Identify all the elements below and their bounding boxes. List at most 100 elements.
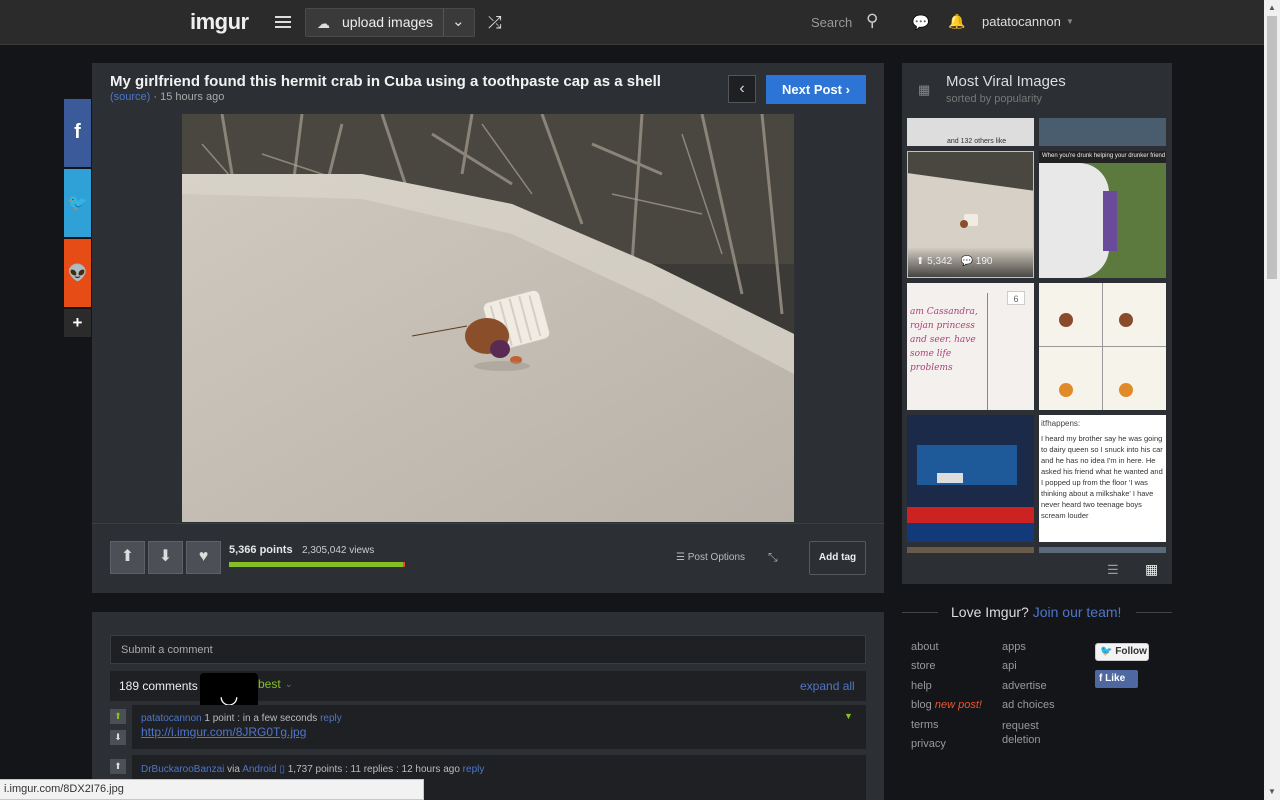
- gallery-thumbnail[interactable]: am Cassandra, rojan princess and seer. h…: [907, 283, 1034, 410]
- grid-view-icon[interactable]: ▦: [1145, 561, 1158, 578]
- scroll-up-icon[interactable]: ▲: [1268, 3, 1276, 12]
- comment-icon: 💬: [960, 256, 973, 267]
- upvote-button[interactable]: ⬆: [110, 541, 145, 574]
- triangle-down-icon[interactable]: ▼: [844, 711, 853, 721]
- comment-image-link[interactable]: http://i.imgur.com/8JRG0Tg.jpg: [141, 725, 306, 739]
- post-meta: (source) · 15 hours ago: [110, 91, 225, 103]
- post-points: 5,366 points: [229, 544, 293, 556]
- share-twitter-button[interactable]: 🐦: [64, 169, 91, 237]
- gallery-thumbnail[interactable]: [1039, 283, 1166, 410]
- hermit-crab-photo: [182, 114, 794, 522]
- comment-meta: DrBuckarooBanzai via Android ▯ 1,737 poi…: [141, 764, 485, 775]
- favorite-button[interactable]: ♥: [186, 541, 221, 574]
- reply-link[interactable]: reply: [463, 764, 485, 775]
- footer-link-help[interactable]: help: [911, 680, 932, 692]
- chevron-down-icon[interactable]: ⌄: [452, 12, 465, 30]
- share-facebook-button[interactable]: f: [64, 99, 91, 167]
- submit-comment-input[interactable]: Submit a comment: [110, 635, 866, 664]
- upload-images-button[interactable]: ☁ upload images ⌄: [305, 8, 475, 37]
- blog-new-post-badge: new post!: [934, 699, 982, 711]
- join-team-banner: Love Imgur? Join our team!: [902, 604, 1172, 624]
- footer-link-terms[interactable]: terms: [911, 719, 939, 731]
- facebook-like-button[interactable]: f Like: [1095, 670, 1138, 688]
- random-shuffle-icon[interactable]: ⤮: [488, 13, 502, 33]
- footer-link-apps[interactable]: apps: [1002, 641, 1026, 653]
- reply-link[interactable]: reply: [320, 713, 342, 724]
- cloud-upload-icon: ☁: [317, 16, 330, 31]
- collapse-arrows-icon[interactable]: ⤡: [768, 550, 778, 565]
- gallery-thumbnail[interactable]: [907, 547, 1034, 553]
- chevron-right-icon: ›: [845, 82, 850, 97]
- gallery-thumbnail[interactable]: [907, 415, 1034, 542]
- sidebar-title: Most Viral Images: [946, 73, 1066, 90]
- chevron-down-icon[interactable]: ⌄: [285, 679, 293, 690]
- footer-link-about[interactable]: about: [911, 641, 939, 653]
- expand-all-link[interactable]: expand all: [800, 679, 855, 693]
- footer-link-privacy[interactable]: privacy: [911, 738, 946, 750]
- grid-icon: ▦: [918, 82, 931, 97]
- browser-status-bar: i.imgur.com/8DX2I76.jpg: [0, 779, 424, 800]
- list-view-icon[interactable]: ☰: [1107, 562, 1119, 578]
- post-options-button[interactable]: ☰ Post Options: [676, 552, 745, 563]
- gallery-thumbnail[interactable]: [1039, 118, 1166, 146]
- join-team-link[interactable]: Join our team!: [1033, 604, 1122, 620]
- twitter-follow-button[interactable]: 🐦 Follow: [1095, 643, 1149, 661]
- menu-icon[interactable]: [275, 16, 291, 28]
- share-reddit-button[interactable]: 👽: [64, 239, 91, 307]
- chevron-left-icon: ‹: [739, 80, 745, 97]
- footer-link-api[interactable]: api: [1002, 660, 1017, 672]
- comment-author[interactable]: patatocannon: [141, 713, 202, 724]
- scrollbar-thumb[interactable]: [1267, 16, 1277, 279]
- footer-link-blog[interactable]: blog new post!: [911, 699, 982, 711]
- arrow-down-icon: ⬇: [158, 548, 173, 565]
- scroll-down-icon[interactable]: ▼: [1268, 787, 1276, 796]
- add-tag-button[interactable]: Add tag: [809, 541, 866, 575]
- search-input[interactable]: Search: [811, 15, 852, 30]
- comment-meta: patatocannon 1 point : in a few seconds …: [141, 713, 342, 724]
- downvote-button[interactable]: ⬇: [148, 541, 183, 574]
- comment-downvote-button[interactable]: ⬇: [110, 730, 126, 745]
- comments-panel: Submit a comment 189 comments best ⌄ exp…: [92, 612, 884, 800]
- album-count-badge: 6: [1007, 291, 1025, 305]
- sort-select[interactable]: best: [258, 677, 281, 691]
- facebook-icon: f: [1099, 673, 1103, 684]
- footer-link-ad-choices[interactable]: ad choices: [1002, 699, 1055, 711]
- footer-link-request-deletion[interactable]: request deletion: [1002, 719, 1072, 747]
- footer-link-advertise[interactable]: advertise: [1002, 680, 1047, 692]
- share-more-button[interactable]: +: [64, 309, 91, 337]
- love-imgur-text: Love Imgur? Join our team!: [951, 604, 1122, 620]
- search-icon[interactable]: ⚲: [866, 11, 878, 31]
- thumb-stats: ⬆ 5,342 💬 190: [916, 256, 993, 267]
- gallery-thumbnail[interactable]: and 132 others like: [907, 118, 1034, 146]
- messages-icon[interactable]: 💬: [912, 14, 929, 31]
- user-menu[interactable]: patatocannon: [982, 14, 1061, 29]
- gallery-thumbnail[interactable]: itfhappens: I heard my brother say he wa…: [1039, 415, 1166, 542]
- page-scrollbar[interactable]: ▲ ▼: [1264, 0, 1280, 800]
- list-icon: ☰: [676, 552, 685, 563]
- comment-upvote-button[interactable]: ⬆: [110, 759, 126, 774]
- comment-upvote-button[interactable]: ⬆: [110, 709, 126, 724]
- notifications-bell-icon[interactable]: 🔔: [948, 13, 965, 30]
- upload-label: upload images: [342, 14, 434, 30]
- gallery-thumbnail[interactable]: [1039, 547, 1166, 553]
- post-time: 15 hours ago: [160, 91, 225, 103]
- heart-icon: ♥: [198, 548, 209, 565]
- gallery-thumbnail-active[interactable]: ⬆ 5,342 💬 190: [907, 151, 1034, 278]
- source-link[interactable]: (source): [110, 91, 150, 103]
- upvote-icon: ⬆: [916, 256, 925, 267]
- phone-icon: ▯: [279, 764, 285, 775]
- post-views: 2,305,042 views: [302, 545, 375, 556]
- comments-count: 189 comments: [119, 679, 198, 693]
- imgur-logo[interactable]: imgur: [190, 9, 249, 35]
- facebook-icon: f: [74, 121, 81, 143]
- caret-down-icon[interactable]: ▼: [1066, 17, 1074, 26]
- post-title: My girlfriend found this hermit crab in …: [110, 73, 661, 90]
- next-post-button[interactable]: Next Post ›: [766, 75, 866, 104]
- post-panel: My girlfriend found this hermit crab in …: [92, 63, 884, 593]
- comment-author[interactable]: DrBuckarooBanzai: [141, 764, 224, 775]
- post-image[interactable]: [182, 114, 794, 522]
- footer-link-store[interactable]: store: [911, 660, 935, 672]
- gallery-thumbnail[interactable]: When you're drunk helping your drunker f…: [1039, 151, 1166, 278]
- previous-post-button[interactable]: ‹: [728, 75, 756, 103]
- platform-link[interactable]: Android: [242, 764, 276, 775]
